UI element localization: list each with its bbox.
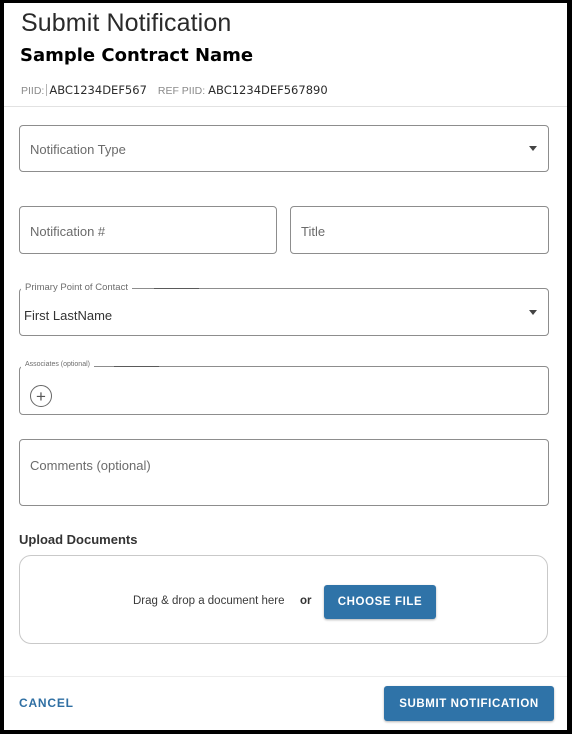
comments-field[interactable]: Comments (optional) bbox=[19, 439, 549, 506]
submit-notification-button[interactable]: SUBMIT NOTIFICATION bbox=[384, 686, 554, 721]
footer-divider bbox=[4, 676, 567, 677]
associates-label: Associates (optional) bbox=[21, 361, 94, 368]
notification-type-placeholder: Notification Type bbox=[30, 142, 126, 157]
ref-piid-label: REF PIID: bbox=[157, 85, 206, 97]
contract-name: Sample Contract Name bbox=[20, 45, 254, 66]
comments-placeholder: Comments (optional) bbox=[30, 458, 151, 473]
dialog-title: Submit Notification bbox=[21, 9, 232, 37]
piid-info: PIID: ABC1234DEF567 REF PIID: ABC1234DEF… bbox=[21, 83, 328, 97]
header-divider bbox=[4, 106, 567, 107]
piid-value: ABC1234DEF567 bbox=[49, 83, 147, 97]
piid-label: PIID: bbox=[21, 85, 45, 97]
primary-contact-select[interactable]: First LastName bbox=[19, 288, 549, 336]
choose-file-button[interactable]: CHOOSE FILE bbox=[324, 585, 436, 619]
plus-circle-icon[interactable]: + bbox=[30, 385, 52, 407]
legend-line bbox=[154, 288, 199, 289]
primary-contact-value: First LastName bbox=[24, 308, 113, 323]
piid-separator bbox=[46, 84, 48, 96]
ref-piid-value: ABC1234DEF567890 bbox=[208, 83, 328, 97]
notification-number-field[interactable]: Notification # bbox=[19, 206, 277, 254]
title-placeholder: Title bbox=[301, 224, 326, 239]
upload-documents-label: Upload Documents bbox=[19, 532, 138, 547]
caret-down-icon bbox=[529, 310, 537, 315]
legend-line bbox=[114, 366, 159, 367]
upload-dropzone[interactable]: Drag & drop a document here or CHOOSE FI… bbox=[19, 555, 548, 644]
cancel-button[interactable]: CANCEL bbox=[19, 696, 74, 710]
primary-contact-label: Primary Point of Contact bbox=[21, 282, 132, 293]
or-text: or bbox=[300, 595, 312, 607]
drop-text: Drag & drop a document here bbox=[133, 595, 285, 607]
submit-notification-dialog: Submit Notification Sample Contract Name… bbox=[0, 0, 572, 734]
title-field[interactable]: Title bbox=[290, 206, 549, 254]
notification-type-select[interactable]: Notification Type bbox=[19, 125, 549, 172]
notification-number-placeholder: Notification # bbox=[30, 224, 106, 239]
caret-down-icon bbox=[529, 146, 537, 151]
associates-field: + bbox=[19, 366, 549, 415]
